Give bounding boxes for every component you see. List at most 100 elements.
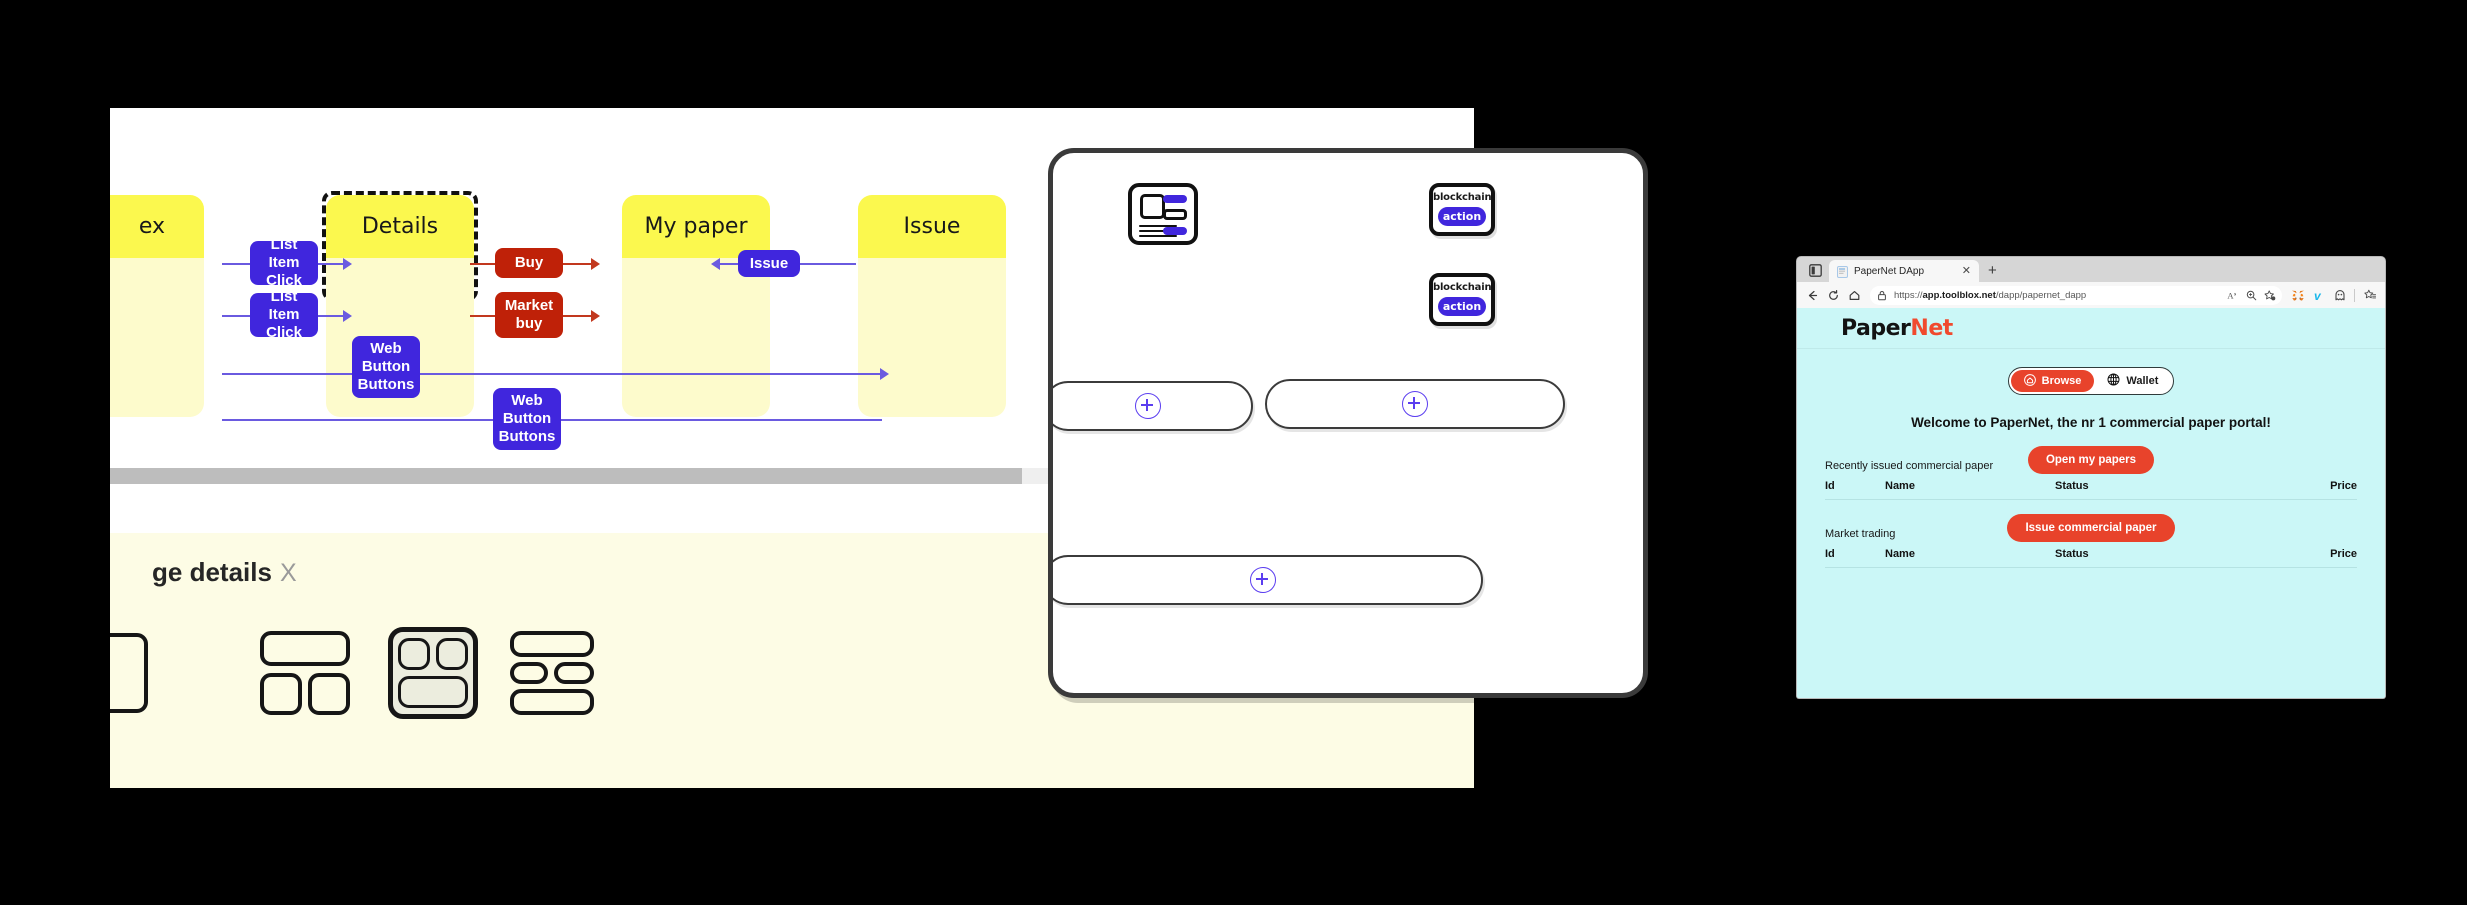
chip-line: Issue bbox=[749, 254, 789, 272]
svg-text:A: A bbox=[2227, 290, 2234, 300]
collections-icon[interactable] bbox=[2360, 286, 2379, 305]
papernet-logo[interactable]: PaperNet bbox=[1841, 316, 1953, 341]
logo-part-2: Net bbox=[1910, 315, 1953, 341]
lock-icon bbox=[1875, 288, 1889, 302]
action-card-button[interactable]: action bbox=[1438, 297, 1486, 316]
flow-lane-ex[interactable]: ex bbox=[110, 195, 204, 417]
papernet-header: PaperNet bbox=[1797, 308, 2385, 349]
flow-chip-web-button-2[interactable]: Web Button Buttons bbox=[493, 388, 561, 450]
back-icon[interactable] bbox=[1803, 286, 1822, 305]
tab-wallet-label: Wallet bbox=[2126, 375, 2159, 387]
read-aloud-icon[interactable]: A bbox=[2225, 288, 2239, 302]
recent-papers-table: Id Name Status Price bbox=[1825, 480, 2357, 500]
flow-chip-issue[interactable]: Issue bbox=[738, 250, 800, 277]
browser-tab-papernet[interactable]: PaperNet DApp ✕ bbox=[1829, 260, 1979, 282]
add-icon[interactable] bbox=[1135, 393, 1161, 419]
layout-option-2[interactable] bbox=[260, 631, 350, 715]
layout-option-3[interactable] bbox=[388, 627, 478, 719]
chip-line: Web bbox=[370, 340, 402, 358]
add-slot-bottom[interactable] bbox=[1053, 555, 1483, 605]
page-details-title: ge details X bbox=[152, 557, 297, 588]
flow-arrowhead bbox=[880, 368, 889, 380]
tab-wallet[interactable]: Wallet bbox=[2094, 370, 2171, 392]
table-header-row: Id Name Status Price bbox=[1825, 480, 2357, 499]
card-preview-pill-hollow bbox=[1163, 209, 1187, 220]
add-slot-left[interactable] bbox=[1053, 381, 1253, 431]
blockchain-action-card-2[interactable]: blockchain action bbox=[1429, 273, 1495, 326]
chip-line: Button bbox=[361, 358, 411, 376]
add-icon[interactable] bbox=[1250, 567, 1276, 593]
layout-shape bbox=[436, 638, 468, 670]
page-details-title-text: ge details bbox=[152, 557, 272, 587]
flow-arrowhead bbox=[343, 258, 352, 270]
card-preview-pill bbox=[1163, 227, 1187, 235]
browser-toolbar[interactable]: https://app.toolblox.net/dapp/papernet_d… bbox=[1797, 282, 2385, 308]
close-details-icon[interactable]: X bbox=[280, 559, 297, 587]
screen-root: ex Details My paper Issue List Item Clic… bbox=[0, 0, 2467, 905]
tab-actions-icon[interactable] bbox=[1805, 260, 1825, 280]
card-preview-thumb bbox=[1140, 194, 1165, 219]
address-bar[interactable]: https://app.toolblox.net/dapp/papernet_d… bbox=[1870, 285, 2282, 305]
column-header-name: Name bbox=[1885, 480, 1915, 492]
flow-chip-buy[interactable]: Buy bbox=[495, 248, 563, 278]
action-card-button[interactable]: action bbox=[1438, 207, 1486, 226]
nav-segmented-control[interactable]: Browse Wallet bbox=[2007, 367, 2175, 395]
card-preview-icon[interactable] bbox=[1128, 183, 1198, 245]
dapp-builder-preview-panel[interactable]: blockchain action blockchain action bbox=[1048, 148, 1648, 698]
chip-line: Button bbox=[502, 410, 552, 428]
layout-option-4[interactable] bbox=[510, 631, 594, 715]
open-my-papers-button[interactable]: Open my papers bbox=[2027, 446, 2155, 474]
chip-line: List Item bbox=[268, 288, 300, 324]
new-tab-icon[interactable]: + bbox=[1979, 261, 2006, 281]
welcome-heading: Welcome to PaperNet, the nr 1 commercial… bbox=[1911, 415, 2271, 430]
layout-shape bbox=[398, 638, 430, 670]
zoom-icon[interactable] bbox=[2244, 288, 2258, 302]
refresh-icon[interactable] bbox=[1824, 286, 1843, 305]
chip-line: Web bbox=[511, 392, 543, 410]
flow-arrowhead bbox=[591, 310, 600, 322]
flow-lane-issue[interactable]: Issue bbox=[858, 195, 1006, 417]
url-host: app.toolblox.net bbox=[1922, 289, 1996, 301]
tab-favicon-icon bbox=[1837, 265, 1848, 278]
action-card-label: blockchain bbox=[1433, 192, 1492, 203]
chip-line: Buttons bbox=[357, 375, 415, 393]
column-header-price: Price bbox=[2330, 480, 2357, 492]
blockchain-action-card-1[interactable]: blockchain action bbox=[1429, 183, 1495, 236]
browser-tab-strip[interactable]: PaperNet DApp ✕ + bbox=[1797, 257, 2385, 282]
column-header-price: Price bbox=[2330, 548, 2357, 560]
globe-icon bbox=[2107, 373, 2120, 389]
browser-window[interactable]: PaperNet DApp ✕ + https://app.toolblox.n… bbox=[1797, 257, 2385, 698]
favorite-icon[interactable] bbox=[2263, 288, 2277, 302]
horizontal-scrollbar-thumb[interactable] bbox=[110, 468, 1022, 484]
tab-title: PaperNet DApp bbox=[1854, 265, 1925, 277]
layout-option-1[interactable] bbox=[110, 633, 148, 713]
flow-lane-my-paper[interactable]: My paper bbox=[622, 195, 770, 417]
home-icon[interactable] bbox=[1845, 286, 1864, 305]
ghost-icon[interactable] bbox=[2330, 286, 2349, 305]
layout-shape bbox=[510, 631, 594, 657]
tab-browse[interactable]: Browse bbox=[2010, 370, 2095, 392]
add-slot-right[interactable] bbox=[1265, 379, 1565, 429]
toolbar-divider bbox=[2354, 288, 2355, 302]
flow-arrowhead bbox=[711, 258, 720, 270]
layout-shape bbox=[260, 631, 350, 666]
flow-lane-title: My paper bbox=[622, 195, 770, 258]
tab-close-icon[interactable]: ✕ bbox=[1960, 265, 1973, 277]
papernet-page: PaperNet Browse Wallet Welcome to PaperN… bbox=[1797, 308, 2385, 698]
add-icon[interactable] bbox=[1402, 391, 1428, 417]
layout-shape bbox=[308, 673, 350, 715]
column-header-status: Status bbox=[2055, 480, 2089, 492]
chip-line: buy bbox=[515, 315, 543, 332]
vimeo-icon[interactable]: v bbox=[2309, 286, 2328, 305]
metamask-icon[interactable] bbox=[2288, 286, 2307, 305]
flow-chip-web-button-1[interactable]: Web Button Buttons bbox=[352, 336, 420, 398]
column-header-status: Status bbox=[2055, 548, 2089, 560]
flow-chip-list-item-click-1[interactable]: List Item Click bbox=[250, 236, 318, 289]
issue-commercial-paper-button[interactable]: Issue commercial paper bbox=[2007, 514, 2175, 542]
card-preview-line bbox=[1139, 235, 1177, 237]
flow-chip-list-item-click-2[interactable]: List Item Click bbox=[250, 288, 318, 341]
url-path: /dapp/papernet_dapp bbox=[1995, 289, 2087, 301]
flow-chip-market-buy[interactable]: Market buy bbox=[495, 292, 563, 338]
flow-lane-title: ex bbox=[110, 195, 204, 258]
layout-shape bbox=[554, 662, 594, 684]
